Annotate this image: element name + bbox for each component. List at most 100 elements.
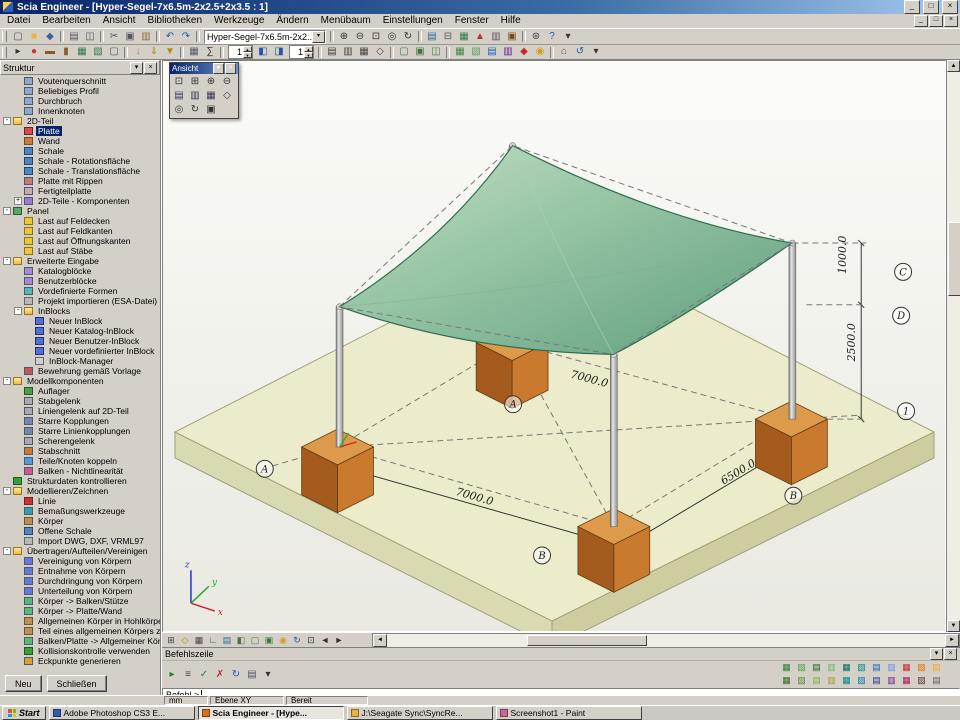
- command-palette-icon-0-8[interactable]: ▦: [899, 661, 914, 674]
- toolbar2-more-button[interactable]: ▾: [588, 46, 604, 59]
- command-panel-dropdown-icon[interactable]: ▾: [930, 648, 943, 660]
- tree-item-panel[interactable]: -Panel: [0, 206, 160, 216]
- tool-yellow-button[interactable]: ◉: [532, 46, 548, 59]
- tree-item-vereinigung-von-k-rpern[interactable]: Vereinigung von Körpern: [0, 556, 160, 566]
- new-project-button[interactable]: ▢: [10, 30, 26, 43]
- redo-button[interactable]: ↷: [178, 30, 194, 43]
- tree-item-schale-translationsfl-che[interactable]: Schale - Translationsfläche: [0, 166, 160, 176]
- tree-item-modellieren-zeichnen[interactable]: -Modellieren/Zeichnen: [0, 486, 160, 496]
- tree-item-vordefinierte-formen[interactable]: Vordefinierte Formen: [0, 286, 160, 296]
- tree-item-schale[interactable]: Schale: [0, 146, 160, 156]
- tree-item-starre-kopplungen[interactable]: Starre Kopplungen: [0, 416, 160, 426]
- history-button[interactable]: ▤: [244, 669, 260, 682]
- layers-view-button[interactable]: ▤: [220, 634, 234, 646]
- tree-item-neuer-vordefinierter-inblock[interactable]: Neuer vordefinierter InBlock: [0, 346, 160, 356]
- command-palette-icon-0-1[interactable]: ▧: [794, 661, 809, 674]
- tool-green-2-button[interactable]: ▧: [468, 46, 484, 59]
- tree-expander-icon[interactable]: -: [3, 117, 11, 125]
- command-list-button[interactable]: ≡: [180, 669, 196, 682]
- cancel-button[interactable]: ✗: [212, 669, 228, 682]
- zoom-window-button[interactable]: ⊞: [187, 75, 203, 88]
- command-panel-close-icon[interactable]: ×: [944, 648, 957, 660]
- save-project-button[interactable]: ◆: [42, 30, 58, 43]
- tree-item-last-auf-ffnungskanten[interactable]: Last auf Öffnungskanten: [0, 236, 160, 246]
- undo-button[interactable]: ↶: [162, 30, 178, 43]
- tree-expander-icon[interactable]: -: [14, 307, 22, 315]
- tree-item-modellkomponenten[interactable]: -Modellkomponenten: [0, 376, 160, 386]
- view-palette-dropdown-icon[interactable]: ▾: [213, 63, 224, 74]
- tree-expander-icon[interactable]: -: [3, 257, 11, 265]
- restore-button[interactable]: □: [923, 0, 939, 14]
- zoom-out-button[interactable]: ⊖: [219, 75, 235, 88]
- tree-item-innenknoten[interactable]: Innenknoten: [0, 106, 160, 116]
- command-palette-icon-1-0[interactable]: ▦: [779, 674, 794, 687]
- command-palette-icon-0-5[interactable]: ▧: [854, 661, 869, 674]
- tree-item-durchdringung-von-k-rpern[interactable]: Durchdringung von Körpern: [0, 576, 160, 586]
- sidebar-pin-icon[interactable]: ▾: [130, 62, 143, 74]
- print-button[interactable]: ▤: [66, 30, 82, 43]
- previous-view-button[interactable]: ◄: [318, 634, 332, 646]
- view-z-button[interactable]: ▦: [356, 46, 372, 59]
- scroll-right-icon[interactable]: ►: [945, 634, 959, 647]
- tree-item-beliebiges-profil[interactable]: Beliebiges Profil: [0, 86, 160, 96]
- tree-item-wand[interactable]: Wand: [0, 136, 160, 146]
- command-palette-icon-0-0[interactable]: ▦: [779, 661, 794, 674]
- toolbar-more-button[interactable]: ▾: [560, 30, 576, 43]
- scroll-up-icon[interactable]: ▲: [947, 60, 960, 72]
- wireframe-button[interactable]: ▢: [248, 634, 262, 646]
- layer-spinner[interactable]: 1▲▼: [289, 45, 314, 59]
- tree-item-last-auf-st-be[interactable]: Last auf Stäbe: [0, 246, 160, 256]
- confirm-button[interactable]: ✓: [196, 669, 212, 682]
- activity-a-button[interactable]: ◧: [255, 46, 271, 59]
- select-button[interactable]: ▸: [10, 46, 26, 59]
- tree-item-teile-knoten-koppeln[interactable]: Teile/Knoten koppeln: [0, 456, 160, 466]
- menu-men-baum[interactable]: Menübaum: [315, 14, 377, 28]
- close-button[interactable]: ×: [942, 0, 958, 14]
- command-palette-icon-1-8[interactable]: ▦: [899, 674, 914, 687]
- view-palette-close-icon[interactable]: ×: [225, 63, 236, 74]
- tree-item-liniengelenk-auf-2d-teil[interactable]: Liniengelenk auf 2D-Teil: [0, 406, 160, 416]
- tree-item-import-dwg-dxf-vrml97[interactable]: Import DWG, DXF, VRML97: [0, 536, 160, 546]
- close-panel-button[interactable]: Schließen: [47, 675, 107, 692]
- tree-item-neuer-katalog-inblock[interactable]: Neuer Katalog-InBlock: [0, 326, 160, 336]
- menu-datei[interactable]: Datei: [1, 14, 36, 28]
- view-axonometric-button[interactable]: ◇: [219, 89, 235, 102]
- mdi-minimize-button[interactable]: _: [914, 15, 928, 27]
- plate-tool-button[interactable]: ▦: [74, 46, 90, 59]
- tree-item-durchbruch[interactable]: Durchbruch: [0, 96, 160, 106]
- tree-item-last-auf-feldkanten[interactable]: Last auf Feldkanten: [0, 226, 160, 236]
- beam-tool-button[interactable]: ▬: [42, 46, 58, 59]
- tree-item-kollisionskontrolle-verwenden[interactable]: Kollisionskontrolle verwenden: [0, 646, 160, 656]
- pan-button[interactable]: ◎: [384, 30, 400, 43]
- tree-item-schale-rotationsfl-che[interactable]: Schale - Rotationsfläche: [0, 156, 160, 166]
- command-palette-icon-0-9[interactable]: ▧: [914, 661, 929, 674]
- view-side-button[interactable]: ▦: [203, 89, 219, 102]
- project-combobox-dropdown-icon[interactable]: ▾: [312, 31, 325, 43]
- menu-einstellungen[interactable]: Einstellungen: [377, 14, 449, 28]
- tree-item-k-rper-balken-st-tze[interactable]: Körper -> Balken/Stütze: [0, 596, 160, 606]
- tool-blue-button[interactable]: ▤: [484, 46, 500, 59]
- grid-button[interactable]: ▦: [192, 634, 206, 646]
- vertical-scroll-track[interactable]: [947, 72, 960, 620]
- horizontal-scroll-track[interactable]: [387, 635, 945, 646]
- tree-item-linie[interactable]: Linie: [0, 496, 160, 506]
- view-palette-header[interactable]: Ansicht ▾ ×: [170, 63, 238, 74]
- tree-item-scherengelenk[interactable]: Scherengelenk: [0, 436, 160, 446]
- zoom-out-button[interactable]: ⊖: [352, 30, 368, 43]
- mdi-restore-button[interactable]: □: [929, 15, 943, 27]
- options-button[interactable]: ▾: [260, 669, 276, 682]
- post-left[interactable]: [336, 304, 343, 447]
- shaded-button[interactable]: ▣: [262, 634, 276, 646]
- tree-item-bertragen-aufteilen-vereinigen[interactable]: -Übertragen/Aufteilen/Vereinigen: [0, 546, 160, 556]
- task-screenshot1-paint[interactable]: Screenshot1 - Paint: [496, 706, 642, 720]
- zoom-in-button[interactable]: ⊕: [203, 75, 219, 88]
- tree-item-platte-mit-rippen[interactable]: Platte mit Rippen: [0, 176, 160, 186]
- tree-item-auflager[interactable]: Auflager: [0, 386, 160, 396]
- tree-item-balken-nichtlinearit-t[interactable]: Balken - Nichtlinearität: [0, 466, 160, 476]
- tree-item-erweiterte-eingabe[interactable]: -Erweiterte Eingabe: [0, 256, 160, 266]
- horizontal-scrollbar[interactable]: ◄ ►: [372, 633, 960, 648]
- tree-item-starre-linienkopplungen[interactable]: Starre Linienkopplungen: [0, 426, 160, 436]
- print-view-button[interactable]: ▣: [203, 103, 219, 116]
- tree-item-benutzerbl-cke[interactable]: Benutzerblöcke: [0, 276, 160, 286]
- tree-item-entnahme-von-k-rpern[interactable]: Entnahme von Körpern: [0, 566, 160, 576]
